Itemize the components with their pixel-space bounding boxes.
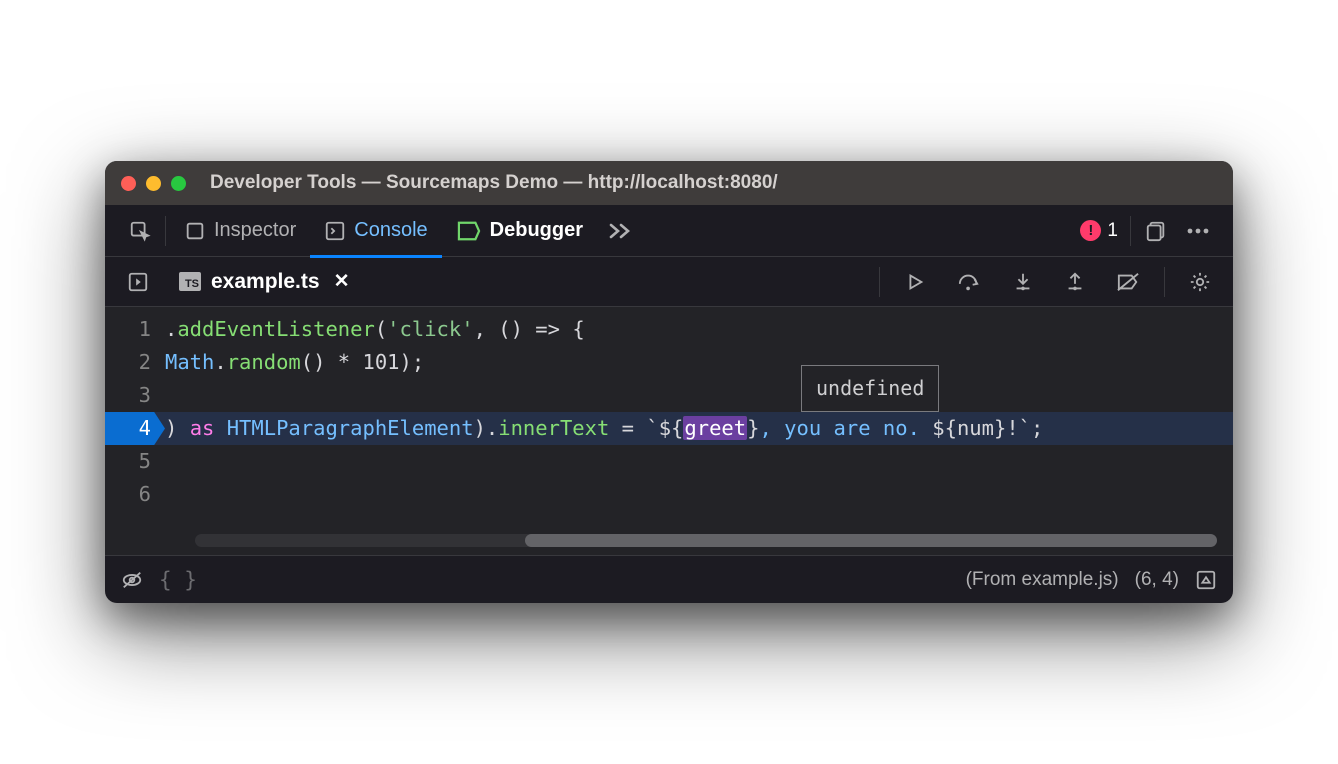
code-content[interactable]: ) as HTMLParagraphElement).innerText = `… (165, 412, 1233, 445)
error-badge[interactable]: 1 (1072, 220, 1126, 242)
tab-console[interactable]: Console (310, 205, 441, 257)
scrollbar-thumb[interactable] (525, 534, 1217, 547)
line-number[interactable]: 5 (105, 445, 165, 478)
line-number[interactable]: 1 (105, 313, 165, 346)
debugger-subtoolbar: TS example.ts ✕ (105, 257, 1233, 307)
source-mapped-from: (From example.js) (966, 569, 1119, 591)
separator (165, 216, 166, 246)
devtools-toolbar: Inspector Console Debugger 1 (105, 205, 1233, 257)
devtools-window: Developer Tools — Sourcemaps Demo — http… (105, 161, 1233, 603)
horizontal-scrollbar[interactable] (195, 534, 1217, 547)
kebab-menu-icon[interactable] (1177, 205, 1219, 257)
blackbox-icon[interactable] (121, 554, 143, 604)
status-bar: { } (From example.js) (6, 4) (105, 555, 1233, 603)
separator (1130, 216, 1131, 246)
variable-tooltip: undefined (801, 365, 939, 412)
window-controls (121, 176, 186, 191)
line-number[interactable]: 2 (105, 346, 165, 379)
code-line[interactable]: 5 (105, 445, 1233, 478)
sources-tree-toggle-icon[interactable] (117, 256, 159, 308)
tab-console-label: Console (354, 219, 427, 242)
code-content[interactable] (165, 445, 1233, 478)
file-tab-name: example.ts (211, 270, 320, 294)
close-tab-icon[interactable]: ✕ (334, 270, 350, 293)
code-content[interactable]: .addEventListener('click', () => { (165, 313, 1233, 346)
tab-inspector[interactable]: Inspector (170, 205, 310, 257)
code-line[interactable]: 1 .addEventListener('click', () => { (105, 313, 1233, 346)
code-line[interactable]: 3 (105, 379, 1233, 412)
pretty-print-icon[interactable]: { } (159, 554, 197, 604)
tab-debugger[interactable]: Debugger (442, 205, 597, 257)
dock-mode-icon[interactable] (1135, 205, 1177, 257)
line-number[interactable]: 3 (105, 379, 165, 412)
titlebar[interactable]: Developer Tools — Sourcemaps Demo — http… (105, 161, 1233, 205)
resume-button[interactable] (894, 271, 936, 293)
code-line[interactable]: 2 Math.random() * 101); (105, 346, 1233, 379)
cursor-position: (6, 4) (1135, 569, 1179, 591)
line-number[interactable]: 6 (105, 478, 165, 511)
window-title: Developer Tools — Sourcemaps Demo — http… (210, 172, 778, 194)
code-editor[interactable]: 1 .addEventListener('click', () => { 2 M… (105, 307, 1233, 555)
overflow-tabs-icon[interactable] (597, 205, 643, 257)
code-content[interactable]: Math.random() * 101); (165, 346, 1233, 379)
minimize-window-button[interactable] (146, 176, 161, 191)
zoom-window-button[interactable] (171, 176, 186, 191)
source-map-icon[interactable] (1195, 554, 1217, 604)
code-line-breakpoint[interactable]: 4 ) as HTMLParagraphElement).innerText =… (105, 412, 1233, 445)
tab-debugger-label: Debugger (490, 219, 583, 242)
step-in-button[interactable] (1002, 271, 1044, 293)
step-over-button[interactable] (946, 271, 992, 293)
step-out-button[interactable] (1054, 271, 1096, 293)
code-content[interactable] (165, 379, 1233, 412)
code-content[interactable] (165, 478, 1233, 511)
typescript-badge-icon: TS (179, 272, 201, 291)
close-window-button[interactable] (121, 176, 136, 191)
deactivate-breakpoints-button[interactable] (1106, 271, 1150, 293)
line-number-breakpoint[interactable]: 4 (105, 412, 165, 445)
error-count: 1 (1107, 220, 1118, 242)
error-icon (1080, 220, 1101, 241)
file-tab-example-ts[interactable]: TS example.ts ✕ (169, 270, 359, 294)
code-line[interactable]: 6 (105, 478, 1233, 511)
pick-element-icon[interactable] (119, 205, 161, 257)
separator (1164, 267, 1165, 297)
tab-inspector-label: Inspector (214, 219, 296, 242)
debugger-settings-button[interactable] (1179, 271, 1221, 293)
hover-token-greet[interactable]: greet (683, 416, 747, 440)
separator (879, 267, 880, 297)
